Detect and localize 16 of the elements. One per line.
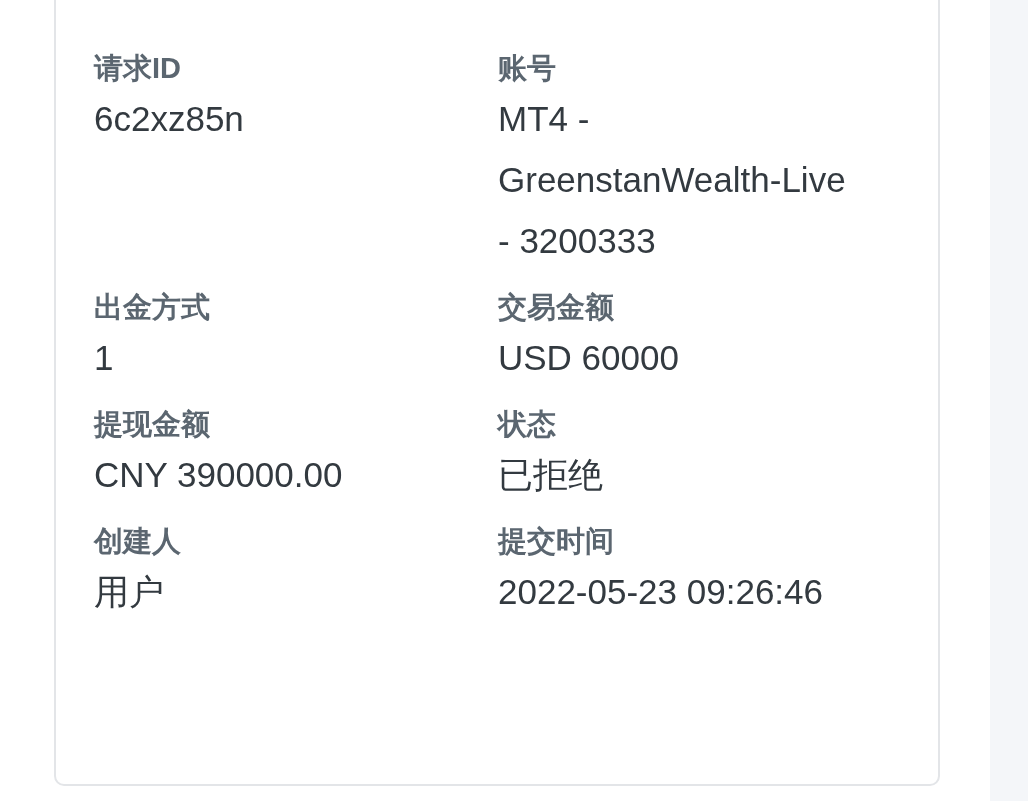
- field-value: 1: [94, 337, 115, 379]
- field-label: 请求ID: [94, 51, 182, 86]
- field-value: MT4 - GreenstanWealth-Live - 3200333: [498, 98, 847, 262]
- field-label: 交易金额: [498, 290, 615, 325]
- field-value: CNY 390000.00: [94, 454, 344, 496]
- field-label: 出金方式: [94, 290, 211, 325]
- field-value: 2022-05-23 09:26:46: [498, 571, 824, 613]
- field-label: 提现金额: [94, 407, 211, 442]
- field-value: USD 60000: [498, 337, 680, 379]
- field-label: 状态: [498, 407, 557, 442]
- field-label: 账号: [498, 51, 557, 86]
- field-value: 6c2xz85n: [94, 98, 245, 140]
- field-value: 用户: [94, 571, 165, 613]
- field-label: 创建人: [94, 524, 182, 559]
- field-label: 提交时间: [498, 524, 615, 559]
- field-value: 已拒绝: [498, 454, 604, 496]
